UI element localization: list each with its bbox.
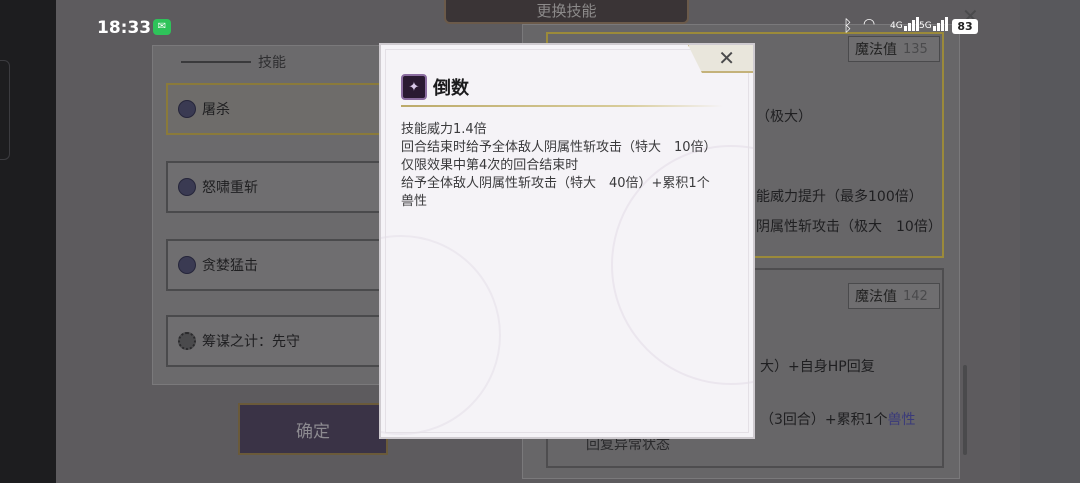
title-divider (401, 105, 723, 107)
detail-text-3: 阴属性斩攻击（极大 10倍） (756, 219, 942, 235)
mp-value: 142 (903, 288, 928, 304)
screen-edge-notch (0, 60, 10, 160)
dialog-header: ✦ 倒数 (401, 74, 469, 100)
detail-text-4: 大）+自身HP回复 (760, 359, 875, 375)
skill-item-2[interactable]: 怒啸重斩 (166, 161, 382, 213)
detail-text-5: （3回合）+累积1个兽性 (760, 409, 916, 429)
skill-item-3[interactable]: 贪婪猛击 (166, 239, 382, 291)
confirm-button[interactable]: 确定 (238, 403, 388, 455)
signal-4g-icon: 4G (890, 17, 919, 31)
bluetooth-icon: ᛒ (843, 16, 853, 35)
detail-text-1: （极大） (756, 109, 812, 125)
wifi-icon: ◠ (863, 16, 876, 32)
description-line: 仅限效果中第4次的回合结束时 (401, 158, 579, 173)
skill-item-label: 怒啸重斩 (202, 180, 258, 196)
close-icon[interactable]: ✕ (718, 46, 735, 70)
right-side-strip (1020, 0, 1080, 483)
skill-item-label: 筹谋之计：先守 (202, 334, 300, 350)
crescent-icon (178, 256, 196, 274)
skill-item-label: 贪婪猛击 (202, 258, 258, 274)
skill-list-header: 技能 (258, 55, 286, 71)
description-line: 回合结束时给予全体敌人阴属性斩攻击（特大 10倍） (401, 140, 717, 155)
detail-scrollbar[interactable] (963, 365, 967, 455)
description-line: 给予全体敌人阴属性斩攻击（特大 40倍）+累积1个 (401, 176, 710, 191)
network-type-label: 5G (919, 21, 932, 31)
description-line: 兽性 (401, 194, 428, 209)
description-line: 技能威力1.4倍 (401, 122, 487, 137)
skill-icon: ✦ (401, 74, 427, 100)
skill-description: 技能威力1.4倍 回合结束时给予全体敌人阴属性斩攻击（特大 10倍） 仅限效果中… (401, 121, 731, 211)
crescent-icon (178, 178, 196, 196)
skill-item-label: 屠杀 (202, 102, 230, 118)
beast-link: 兽性 (887, 412, 916, 428)
battery-icon: 83 (952, 19, 978, 34)
mp-label: 魔法值 (855, 289, 897, 305)
skill-item-1[interactable]: 屠杀 (166, 83, 382, 135)
clock: 18:33 (97, 18, 152, 38)
wechat-icon: ✉ (153, 19, 171, 35)
skill-item-4[interactable]: 筹谋之计：先守 (166, 315, 382, 367)
crescent-icon (178, 100, 196, 118)
network-type-label: 4G (890, 21, 903, 31)
detail-text-2: 能威力提升（最多100倍） (756, 189, 923, 205)
signal-5g-icon: 5G (919, 17, 948, 31)
dialog-title: 倒数 (433, 78, 469, 99)
mp-badge-2: 魔法值 142 (848, 283, 940, 309)
detail-text-5a: （3回合）+累积1个 (760, 412, 888, 428)
skill-info-dialog: ✦ 倒数 技能威力1.4倍 回合结束时给予全体敌人阴属性斩攻击（特大 10倍） … (379, 43, 755, 439)
gear-icon (178, 332, 196, 350)
